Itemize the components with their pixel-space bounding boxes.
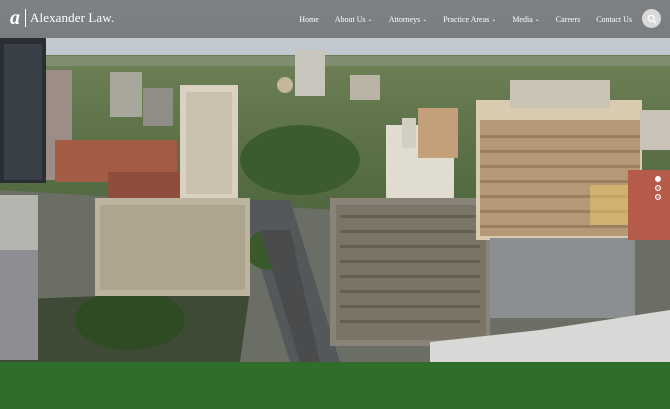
slide-dot-3[interactable]: [655, 194, 661, 200]
slide-dot-1[interactable]: [655, 176, 661, 182]
aerial-city-photo: [0, 0, 670, 362]
logo-divider: [25, 9, 26, 27]
nav-item-attorneys[interactable]: Attorneys ⌄: [389, 15, 428, 24]
nav-item-label: Contact Us: [596, 14, 632, 24]
chevron-down-icon: ⌄: [491, 15, 497, 23]
site-logo[interactable]: a Alexander Law.: [10, 7, 115, 29]
nav-item-label: Practice Areas: [443, 14, 490, 24]
nav-item-home[interactable]: Home: [299, 15, 319, 24]
nav-item-label: Media: [512, 14, 533, 24]
nav-item-practice-areas[interactable]: Practice Areas ⌄: [443, 15, 496, 24]
slide-indicators: [655, 176, 661, 203]
footer-band: [0, 362, 670, 409]
slide-dot-2[interactable]: [655, 185, 661, 191]
main-menu: Home About Us ⌄ Attorneys ⌄ Practice Are…: [283, 0, 632, 38]
logo-mark-icon: a: [10, 7, 20, 29]
search-icon: [647, 14, 656, 23]
nav-item-label: Careers: [555, 14, 581, 24]
chevron-down-icon: ⌄: [367, 15, 373, 23]
nav-item-label: Attorneys: [388, 14, 421, 24]
nav-item-label: Home: [299, 14, 319, 24]
search-button[interactable]: [642, 9, 661, 28]
nav-item-media[interactable]: Media ⌄: [512, 15, 539, 24]
nav-item-contact-us[interactable]: Contact Us: [596, 15, 632, 24]
chevron-down-icon: ⌄: [534, 15, 540, 23]
nav-item-careers[interactable]: Careers: [556, 15, 580, 24]
nav-item-about-us[interactable]: About Us ⌄: [335, 15, 373, 24]
page: a Alexander Law. Home About Us ⌄ Attorne…: [0, 0, 670, 409]
logo-wordmark: Alexander Law.: [30, 10, 115, 25]
hero-image: [0, 0, 670, 362]
chevron-down-icon: ⌄: [422, 15, 428, 23]
top-navigation-bar: a Alexander Law. Home About Us ⌄ Attorne…: [0, 0, 670, 38]
nav-item-label: About Us: [334, 14, 366, 24]
